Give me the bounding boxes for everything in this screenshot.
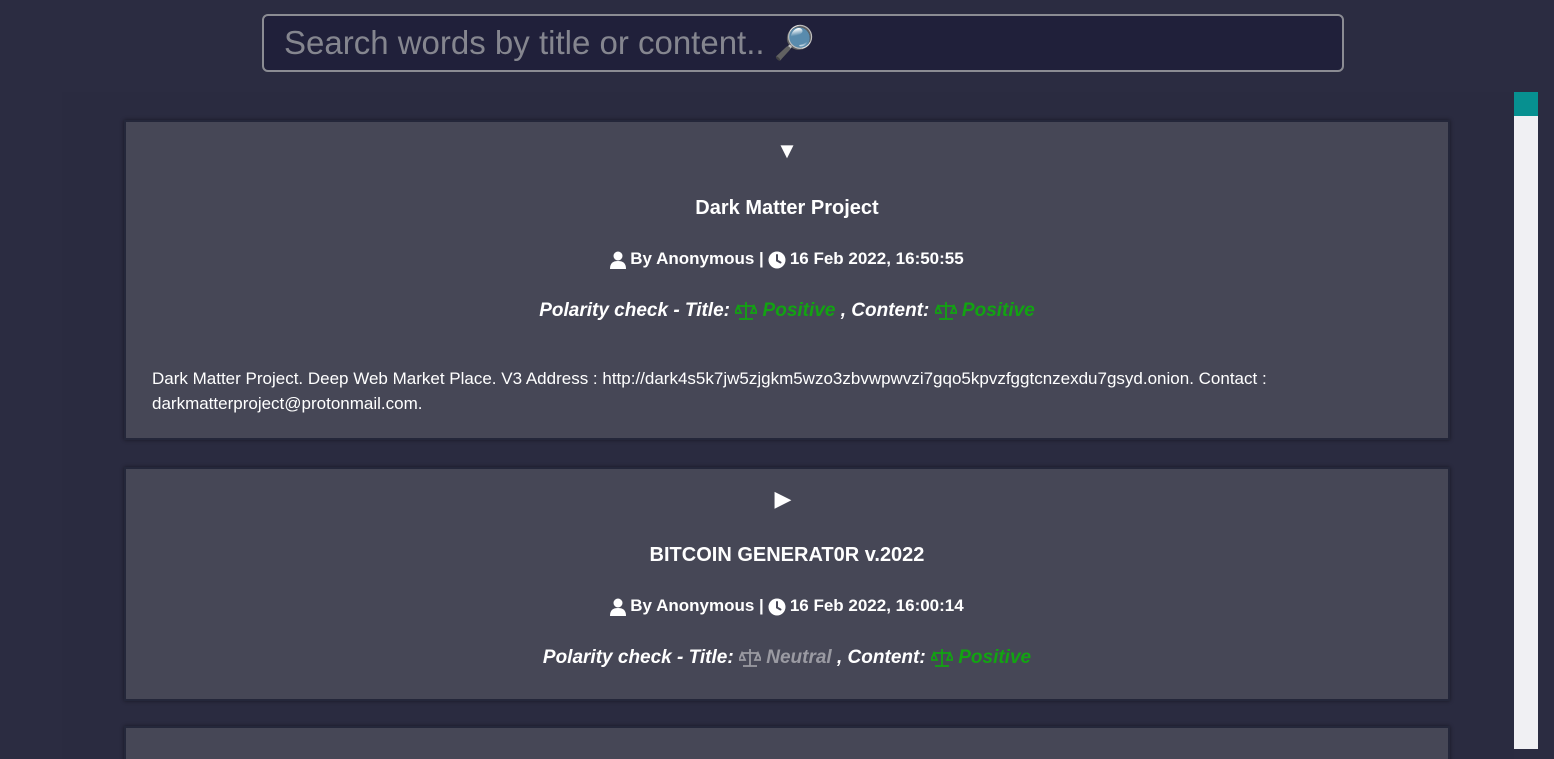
polarity-check: Polarity check - Title: Neutral , Conten…	[126, 647, 1448, 669]
polarity-label: Polarity check - Title:	[539, 300, 730, 321]
content-label: , Content:	[837, 647, 926, 668]
page: ▼ Dark Matter Project By Anonymous | 16	[0, 0, 1554, 759]
scale-icon	[934, 301, 957, 320]
post-card: ▶ BITCOIN GENERAT0R v.2022 By Anonymous …	[124, 467, 1450, 701]
post-title: Dark Matter Project	[695, 197, 879, 219]
content-polarity-value: Positive	[958, 647, 1032, 668]
post-author: By Anonymous |	[630, 596, 764, 615]
expand-toggle[interactable]: ▶	[118, 488, 1448, 510]
title-polarity: Neutral	[738, 647, 837, 668]
scale-icon	[735, 301, 758, 320]
scrollbar-thumb[interactable]	[1514, 92, 1538, 116]
content-polarity: Positive	[934, 300, 1035, 321]
title-polarity: Positive	[735, 300, 840, 321]
title-polarity-value: Neutral	[766, 647, 832, 668]
search-box	[262, 14, 1344, 72]
post-card: ▼ Dark Matter Project By Anonymous | 16	[124, 120, 1450, 440]
content-label: , Content:	[840, 300, 930, 321]
clock-icon	[768, 596, 786, 616]
user-icon	[610, 249, 627, 269]
clock-icon	[768, 249, 786, 269]
post-content: Dark Matter Project. Deep Web Market Pla…	[152, 369, 1267, 413]
title-polarity-value: Positive	[762, 300, 836, 321]
scale-icon	[930, 648, 953, 667]
polarity-check: Polarity check - Title: Positive , Conte…	[126, 300, 1448, 322]
user-icon	[610, 596, 627, 616]
post-meta: By Anonymous | 16 Feb 2022, 16:50:55	[126, 249, 1448, 269]
search-input[interactable]	[264, 16, 1342, 70]
post-card	[124, 726, 1450, 759]
post-author: By Anonymous |	[630, 249, 764, 268]
scale-icon	[738, 648, 761, 667]
post-timestamp: 16 Feb 2022, 16:50:55	[789, 249, 964, 268]
post-meta: By Anonymous | 16 Feb 2022, 16:00:14	[126, 596, 1448, 616]
content-polarity-value: Positive	[961, 300, 1035, 321]
post-timestamp: 16 Feb 2022, 16:00:14	[789, 596, 964, 615]
content-polarity: Positive	[930, 647, 1032, 668]
scrollbar[interactable]	[1514, 92, 1538, 749]
polarity-label: Polarity check - Title:	[542, 647, 734, 668]
posts-feed: ▼ Dark Matter Project By Anonymous | 16	[62, 92, 1514, 759]
post-title: BITCOIN GENERAT0R v.2022	[649, 544, 925, 566]
collapse-toggle[interactable]: ▼	[126, 140, 1448, 162]
